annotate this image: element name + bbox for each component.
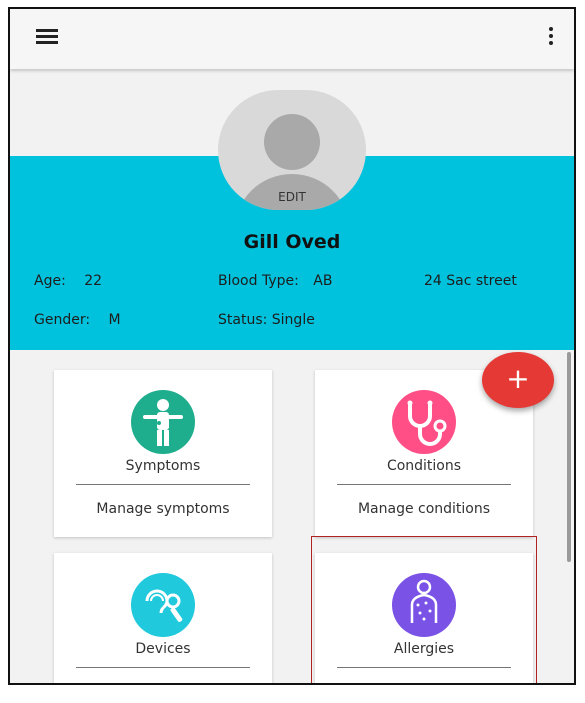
allergies-card[interactable]: Allergies xyxy=(315,553,533,683)
card-subtitle[interactable]: Manage conditions xyxy=(315,501,533,517)
blood-type-value: AB xyxy=(313,273,333,289)
card-subtitle[interactable]: Manage symptoms xyxy=(54,501,272,517)
body-icon xyxy=(131,390,195,454)
card-title: Symptoms xyxy=(125,458,201,474)
blood-type-label: Blood Type: xyxy=(218,273,299,289)
stethoscope-icon xyxy=(392,390,456,454)
app-bar xyxy=(10,9,574,69)
app-frame: EDIT Gill Oved Age: 22 Blood Type: AB 24… xyxy=(8,7,576,685)
card-title: Allergies xyxy=(393,641,455,657)
profile-name: Gill Oved xyxy=(243,231,341,253)
symptoms-card[interactable]: Symptoms Manage symptoms xyxy=(54,370,272,537)
gender-value: M xyxy=(108,312,121,328)
gender-field: Gender: M xyxy=(34,312,121,328)
scrollbar[interactable] xyxy=(567,352,571,562)
hearing-aid-icon xyxy=(131,573,195,637)
avatar[interactable]: EDIT xyxy=(218,90,366,210)
card-divider xyxy=(76,484,250,485)
age-label: Age: xyxy=(34,273,66,289)
add-fab-button[interactable]: + xyxy=(482,352,554,408)
card-title: Conditions xyxy=(386,458,462,474)
blood-type-field: Blood Type: AB xyxy=(218,273,332,289)
card-title: Devices xyxy=(135,641,191,657)
skin-icon xyxy=(392,573,456,637)
menu-icon[interactable] xyxy=(36,29,58,45)
gender-label: Gender: xyxy=(34,312,91,328)
status-value: Status: Single xyxy=(218,312,315,328)
card-divider xyxy=(337,667,511,668)
avatar-head-shape xyxy=(264,114,320,170)
age-value: 22 xyxy=(84,273,103,289)
address-value: 24 Sac street xyxy=(424,273,517,289)
more-options-icon[interactable] xyxy=(548,27,554,47)
edit-avatar-label[interactable]: EDIT xyxy=(218,190,366,204)
card-divider xyxy=(76,667,250,668)
devices-card[interactable]: Devices xyxy=(54,553,272,683)
age-field: Age: 22 xyxy=(34,273,102,289)
card-divider xyxy=(337,484,511,485)
